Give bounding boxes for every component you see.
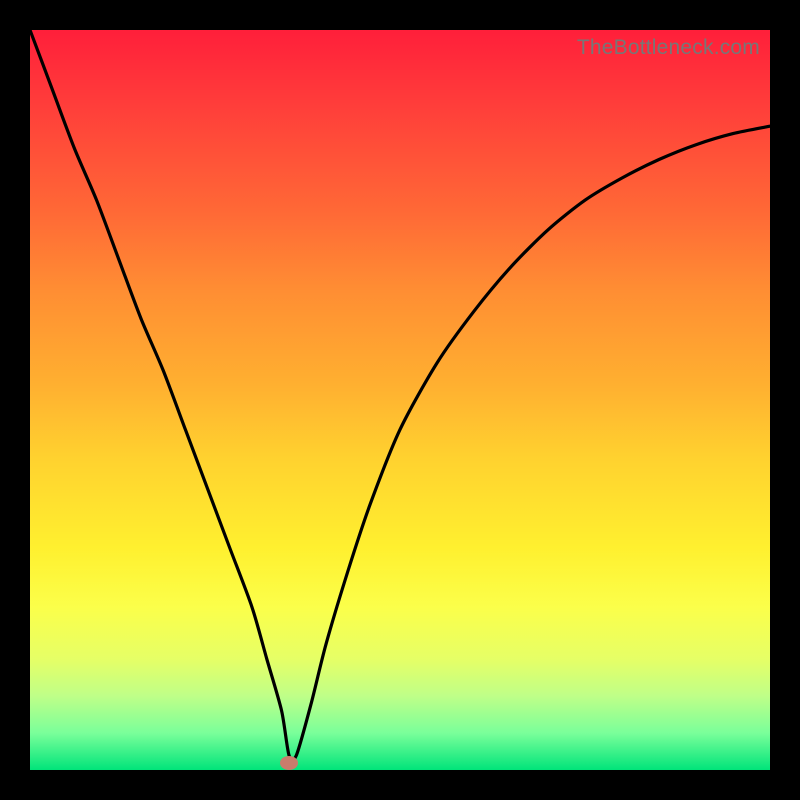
chart-container: TheBottleneck.com: [0, 0, 800, 800]
optimal-point-marker: [280, 756, 298, 770]
bottleneck-curve: [30, 30, 770, 770]
plot-area: TheBottleneck.com: [30, 30, 770, 770]
